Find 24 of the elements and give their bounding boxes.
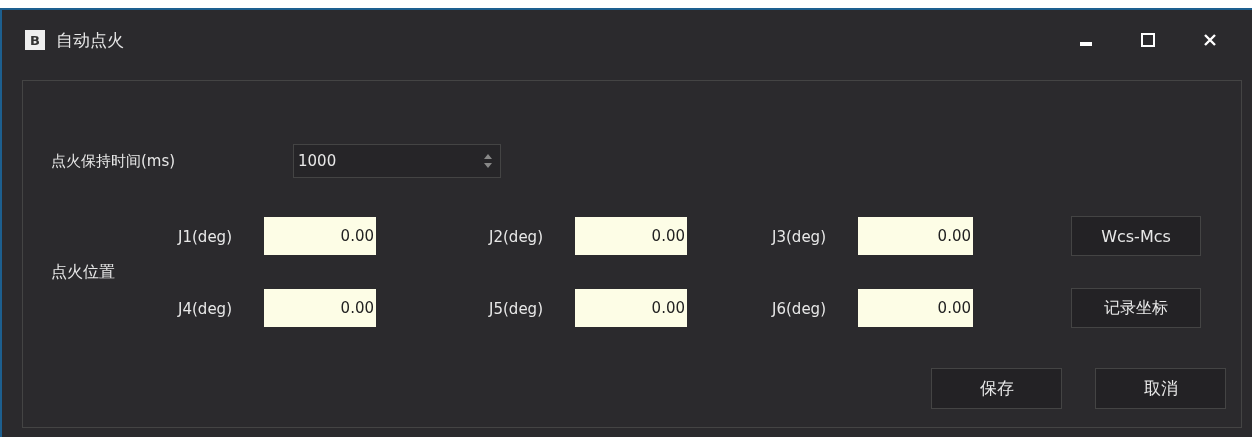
close-icon[interactable] — [1202, 32, 1218, 48]
field-label: 点火保持时间(ms) — [51, 151, 177, 171]
maximize-icon[interactable] — [1140, 32, 1156, 48]
action-button[interactable]: 记录坐标 — [1071, 288, 1201, 328]
joint-input[interactable]: 0.00 — [575, 289, 687, 327]
joint-input[interactable]: 0.00 — [858, 289, 973, 327]
group-label: 点火位置 — [51, 261, 116, 283]
joint-label: J1(deg) — [178, 227, 232, 246]
joint-input[interactable]: 0.00 — [858, 217, 973, 255]
joint-label: J2(deg) — [489, 227, 543, 246]
joint-input[interactable]: 0.00 — [264, 217, 376, 255]
joint-label: J6(deg) — [772, 299, 826, 318]
save-button[interactable]: 保存 — [931, 368, 1062, 409]
app-icon: B — [25, 30, 45, 50]
action-button[interactable]: Wcs-Mcs — [1071, 216, 1201, 256]
joint-label: J5(deg) — [489, 299, 543, 318]
joint-label: J3(deg) — [772, 227, 826, 246]
joint-input[interactable]: 0.00 — [264, 289, 376, 327]
cancel-button[interactable]: 取消 — [1095, 368, 1226, 409]
spin-box[interactable]: 1000 — [293, 144, 501, 178]
window-title: 自动点火 — [56, 28, 124, 52]
spin-arrows-icon[interactable] — [483, 152, 493, 170]
joint-input[interactable]: 0.00 — [575, 217, 687, 255]
joint-label: J4(deg) — [178, 299, 232, 318]
